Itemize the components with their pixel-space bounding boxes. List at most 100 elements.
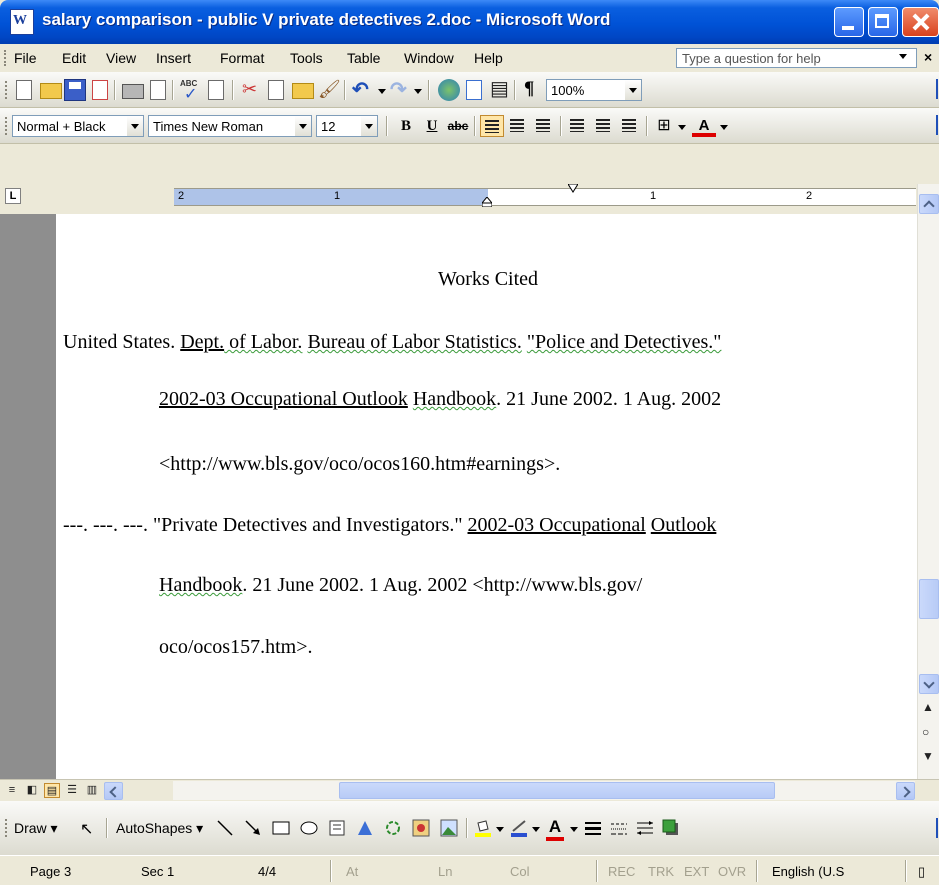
font-select[interactable]: Times New Roman	[148, 115, 312, 137]
undo-dropdown-icon[interactable]	[378, 89, 386, 94]
arrow-tool-icon[interactable]	[244, 819, 262, 837]
increase-indent-button[interactable]	[618, 115, 642, 137]
insert-hyperlink-icon[interactable]	[438, 79, 460, 101]
text-box-icon[interactable]	[328, 819, 346, 837]
fill-color-dropdown-icon[interactable]	[496, 827, 504, 832]
chevron-down-icon[interactable]	[295, 116, 311, 136]
columns-icon[interactable]	[490, 76, 512, 101]
word-document-icon[interactable]	[10, 9, 34, 35]
insert-picture-icon[interactable]	[440, 819, 458, 837]
toolbar-grip[interactable]	[4, 50, 9, 66]
font-color-draw-dropdown-icon[interactable]	[570, 827, 578, 832]
reading-layout-view-icon[interactable]: ▥	[84, 783, 100, 798]
chevron-down-icon[interactable]	[361, 116, 377, 136]
numbering-button[interactable]	[566, 115, 590, 137]
line-tool-icon[interactable]	[216, 819, 234, 837]
shadow-style-icon[interactable]	[662, 819, 680, 837]
style-select[interactable]: Normal + Black	[12, 115, 144, 137]
horizontal-ruler[interactable]: 2 1 1 2	[174, 184, 916, 207]
font-color-dropdown-icon[interactable]	[720, 125, 728, 130]
help-dropdown-icon[interactable]	[899, 54, 907, 59]
zoom-select[interactable]: 100%	[546, 79, 642, 101]
horizontal-scroll-track[interactable]	[173, 781, 915, 800]
menu-format[interactable]: Format	[220, 50, 264, 66]
menu-insert[interactable]: Insert	[156, 50, 191, 66]
status-rec[interactable]: REC	[608, 864, 635, 879]
status-language[interactable]: English (U.S	[772, 864, 844, 879]
align-right-button[interactable]	[532, 115, 556, 137]
autoshapes-menu-button[interactable]: AutoShapes ▾	[116, 820, 203, 837]
select-browse-object-icon[interactable]: ○	[922, 725, 929, 739]
status-ovr[interactable]: OVR	[718, 864, 746, 879]
scroll-right-button[interactable]	[896, 782, 915, 800]
new-document-icon[interactable]	[16, 80, 32, 100]
select-objects-icon[interactable]: ↖	[80, 819, 98, 838]
copy-icon[interactable]	[268, 80, 284, 100]
strikethrough-button[interactable]: abc	[446, 115, 470, 137]
research-icon[interactable]	[208, 80, 224, 100]
menu-edit[interactable]: Edit	[62, 50, 86, 66]
minimize-button[interactable]	[834, 7, 864, 37]
format-painter-icon[interactable]: 🖌	[318, 79, 341, 101]
decrease-indent-button[interactable]	[592, 115, 616, 137]
cut-icon[interactable]: ✂	[242, 79, 264, 101]
toolbar-grip[interactable]	[5, 81, 10, 99]
oval-tool-icon[interactable]	[300, 819, 318, 837]
wordart-icon[interactable]	[356, 819, 374, 837]
font-size-select[interactable]: 12	[316, 115, 378, 137]
menu-view[interactable]: View	[106, 50, 136, 66]
font-color-draw-button[interactable]: A	[546, 818, 564, 841]
chevron-down-icon[interactable]	[625, 80, 641, 100]
align-center-button[interactable]	[506, 115, 530, 137]
scroll-down-button[interactable]	[919, 674, 939, 694]
first-line-indent-marker-icon[interactable]	[568, 184, 578, 194]
tab-selector-button[interactable]: L	[5, 188, 21, 204]
menu-table[interactable]: Table	[347, 50, 380, 66]
line-style-icon[interactable]	[584, 819, 602, 837]
menu-help[interactable]: Help	[474, 50, 503, 66]
align-left-button[interactable]	[480, 115, 504, 137]
normal-view-icon[interactable]: ≡	[4, 783, 20, 798]
borders-button[interactable]: ⊞	[652, 115, 676, 137]
draw-menu-button[interactable]: Draw ▾	[14, 820, 58, 837]
underline-button[interactable]: U	[420, 115, 444, 137]
menu-file[interactable]: File	[14, 50, 37, 66]
paste-icon[interactable]	[292, 83, 314, 99]
vertical-scrollbar[interactable]: ▲ ○ ▼	[917, 184, 939, 779]
toolbar-options-icon[interactable]	[928, 115, 938, 135]
previous-page-icon[interactable]: ▲	[922, 700, 934, 714]
scroll-left-button[interactable]	[104, 782, 123, 800]
outline-view-icon[interactable]: ☰	[64, 783, 80, 798]
document-close-icon[interactable]: ×	[924, 49, 932, 65]
print-layout-view-icon[interactable]: ▤	[44, 783, 60, 798]
font-color-button[interactable]: A	[692, 115, 716, 137]
next-page-icon[interactable]: ▼	[922, 749, 934, 763]
fill-color-icon[interactable]	[474, 819, 492, 837]
toolbar-options-icon[interactable]	[928, 818, 938, 838]
status-trk[interactable]: TRK	[648, 864, 674, 879]
line-color-dropdown-icon[interactable]	[532, 827, 540, 832]
menu-window[interactable]: Window	[404, 50, 454, 66]
chevron-down-icon[interactable]	[127, 116, 143, 136]
hanging-indent-marker-icon[interactable]	[482, 197, 492, 207]
tables-borders-icon[interactable]	[466, 80, 482, 100]
bold-button[interactable]: B	[394, 115, 418, 137]
redo-icon[interactable]	[390, 77, 412, 102]
rectangle-tool-icon[interactable]	[272, 819, 290, 837]
clip-art-icon[interactable]	[412, 819, 430, 837]
toolbar-grip[interactable]	[5, 117, 10, 135]
line-color-icon[interactable]	[510, 819, 528, 837]
open-folder-icon[interactable]	[40, 83, 62, 99]
spelling-status-icon[interactable]: ▯	[918, 864, 925, 880]
web-layout-view-icon[interactable]: ◧	[24, 783, 40, 798]
print-preview-icon[interactable]	[150, 80, 166, 100]
borders-dropdown-icon[interactable]	[678, 125, 686, 130]
close-button[interactable]	[902, 7, 939, 37]
vertical-scroll-thumb[interactable]	[919, 579, 939, 619]
save-icon[interactable]	[64, 79, 86, 101]
toolbar-options-icon[interactable]	[928, 79, 938, 99]
status-ext[interactable]: EXT	[684, 864, 709, 879]
redo-dropdown-icon[interactable]	[414, 89, 422, 94]
print-icon[interactable]	[122, 84, 144, 99]
document-page[interactable]: Works Cited United States. Dept. of Labo…	[56, 214, 917, 779]
